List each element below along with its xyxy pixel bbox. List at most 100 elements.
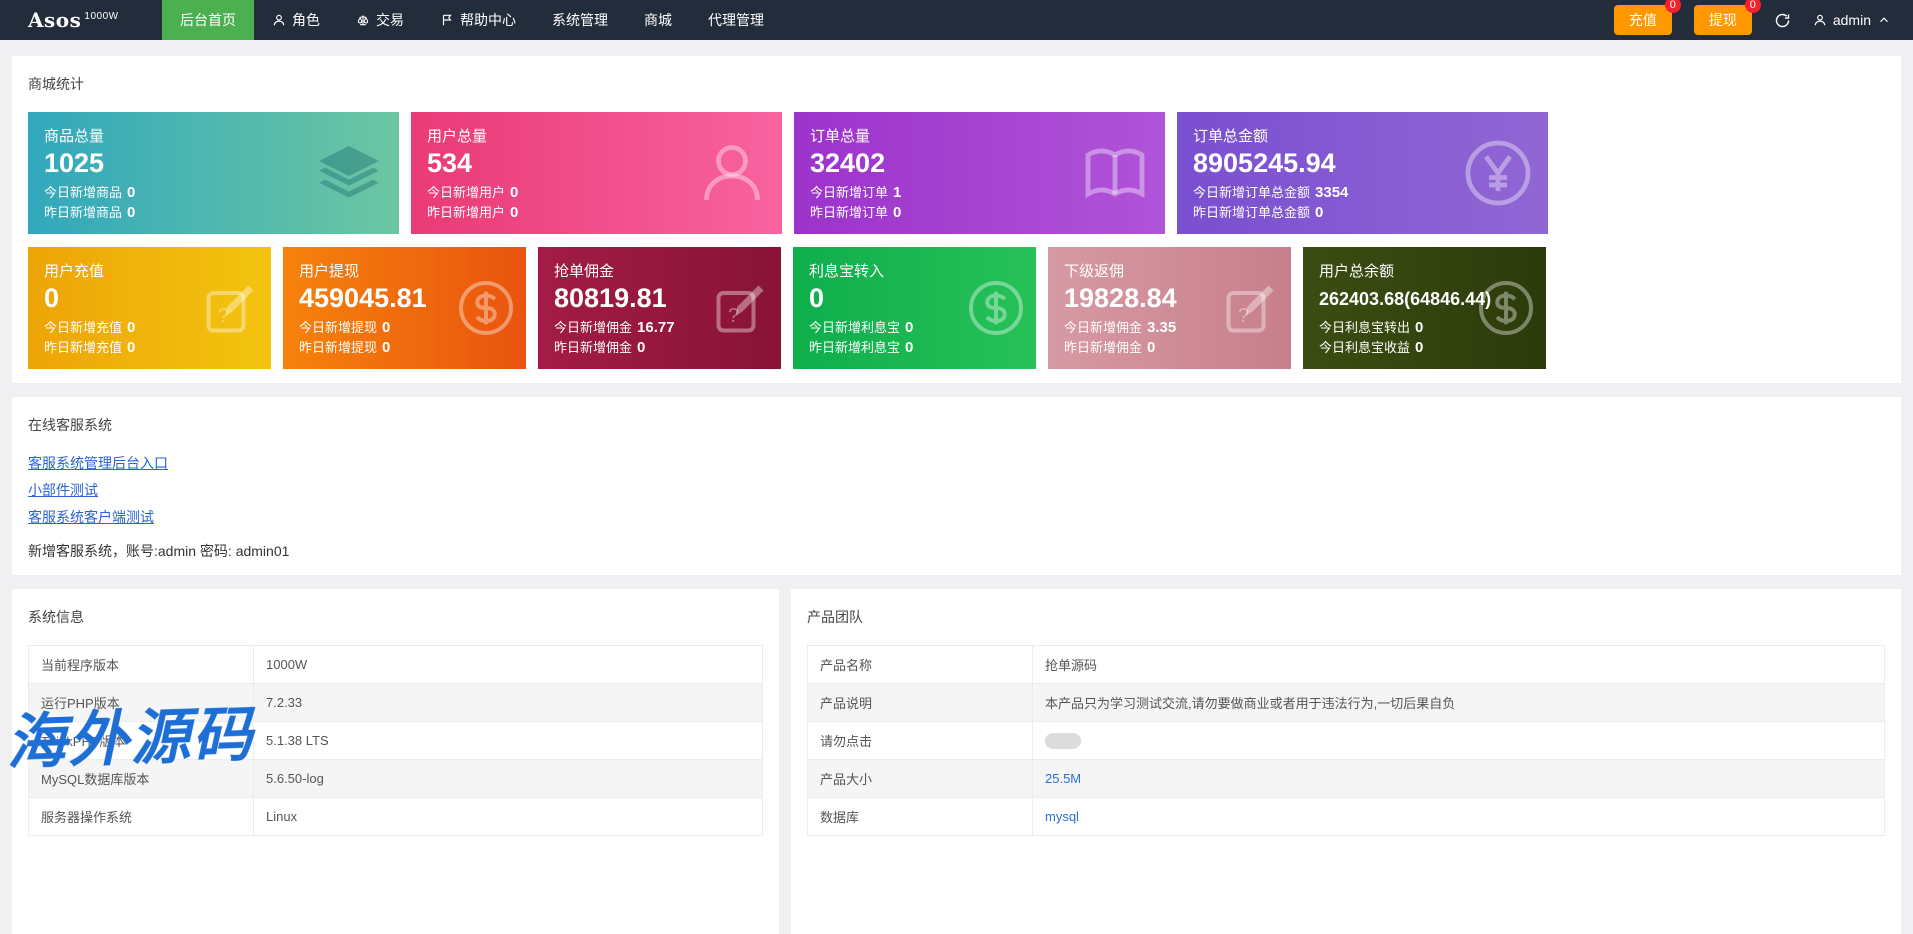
table-row: 产品名称 抢单源码 bbox=[807, 645, 1885, 684]
nav-label: 角色 bbox=[292, 12, 320, 28]
nav-item-trade[interactable]: 交易 bbox=[338, 0, 422, 40]
table-row: 数据库 mysql bbox=[807, 797, 1885, 836]
top-navbar: Asos 1000W 后台首页 角色 交易 帮助中心 系统管理 商城 代理管理 充… bbox=[0, 0, 1913, 40]
recharge-button-wrap: 充值 0 bbox=[1613, 0, 1681, 35]
user-menu[interactable]: admin bbox=[1813, 12, 1891, 28]
stat-line-yesterday: 昨日新增充值 0 bbox=[44, 339, 136, 357]
refresh-button[interactable] bbox=[1774, 12, 1791, 29]
stat-card-order-amount: 订单总金额 8905245.94 今日新增订单总金额 3354 昨日新增订单总金额… bbox=[1177, 112, 1548, 234]
navbar-right: 充值 0 提现 0 admin bbox=[1613, 0, 1913, 40]
edit-icon: ? bbox=[1221, 278, 1281, 338]
nav-label: 交易 bbox=[376, 12, 404, 28]
yen-icon bbox=[1462, 137, 1534, 209]
user-icon bbox=[1813, 13, 1827, 27]
stat-line-yesterday: 今日利息宝收益 0 bbox=[1319, 338, 1424, 356]
do-not-click-pill bbox=[1045, 732, 1081, 749]
stats-row-1: 商品总量 1025 今日新增商品 0 昨日新增商品 0 用户总量 534 今日新增用… bbox=[28, 112, 1885, 234]
stat-line-yesterday: 昨日新增佣金 0 bbox=[1064, 339, 1156, 357]
table-row: 产品大小 25.5M bbox=[807, 759, 1885, 798]
dollar-icon bbox=[966, 278, 1026, 338]
withdraw-button[interactable]: 提现 bbox=[1693, 5, 1752, 35]
system-info-panel: 系统信息 当前程序版本 1000W 运行PHP版本 7.2.33 ThinkPH… bbox=[12, 589, 779, 934]
user-icon bbox=[272, 13, 286, 27]
widget-test-link[interactable]: 小部件测试 bbox=[28, 480, 1885, 500]
stat-line-yesterday: 昨日新增佣金 0 bbox=[554, 339, 646, 357]
row-value: 7.2.33 bbox=[253, 683, 763, 722]
row-value: 抢单源码 bbox=[1032, 645, 1885, 684]
stat-card-orders-total: 订单总量 32402 今日新增订单 1 昨日新增订单 0 bbox=[794, 112, 1165, 234]
flag-icon bbox=[440, 13, 454, 27]
row-label: 服务器操作系统 bbox=[28, 797, 254, 836]
nav-label: 帮助中心 bbox=[460, 12, 516, 28]
scale-icon bbox=[356, 13, 370, 27]
row-value: 1000W bbox=[253, 645, 763, 684]
panel-title: 系统信息 bbox=[28, 609, 84, 625]
row-value: 5.6.50-log bbox=[253, 759, 763, 798]
layers-icon bbox=[313, 137, 385, 209]
service-client-test-link[interactable]: 客服系统客户端测试 bbox=[28, 507, 1885, 527]
book-icon bbox=[1079, 137, 1151, 209]
database-link[interactable]: mysql bbox=[1045, 809, 1079, 824]
stat-line-yesterday: 昨日新增提现 0 bbox=[299, 339, 391, 357]
logo-text: Asos bbox=[28, 8, 82, 32]
table-row: MySQL数据库版本 5.6.50-log bbox=[28, 759, 763, 798]
online-service-panel: 在线客服系统 客服系统管理后台入口 小部件测试 客服系统客户端测试 新增客服系统… bbox=[12, 397, 1901, 575]
stat-card-sub-rebate: 下级返佣 19828.84 今日新增佣金 3.35 昨日新增佣金 0 ? bbox=[1048, 247, 1291, 369]
panel-title: 商城统计 bbox=[28, 76, 84, 92]
nav-label: 商城 bbox=[644, 12, 672, 28]
row-value: 5.1.38 LTS bbox=[253, 721, 763, 760]
service-account-note: 新增客服系统，账号:admin 密码: admin01 bbox=[28, 543, 290, 559]
stat-card-grab-commission: 抢单佣金 80819.81 今日新增佣金 16.77 昨日新增佣金 0 ? bbox=[538, 247, 781, 369]
row-label: 产品大小 bbox=[807, 759, 1033, 798]
row-label: 请勿点击 bbox=[807, 721, 1033, 760]
edit-icon: ? bbox=[201, 278, 261, 338]
table-row: ThinkPHP版本 5.1.38 LTS bbox=[28, 721, 763, 760]
table-row: 当前程序版本 1000W bbox=[28, 645, 763, 684]
row-label: 产品名称 bbox=[807, 645, 1033, 684]
nav-label: 后台首页 bbox=[180, 12, 236, 28]
stat-card-user-balance: 用户总余额 262403.68(64846.44) 今日利息宝转出 0 今日利息宝… bbox=[1303, 247, 1546, 369]
row-label: 当前程序版本 bbox=[28, 645, 254, 684]
withdraw-badge: 0 bbox=[1744, 0, 1761, 13]
stat-card-products-total: 商品总量 1025 今日新增商品 0 昨日新增商品 0 bbox=[28, 112, 399, 234]
table-row: 产品说明 本产品只为学习测试交流,请勿要做商业或者用于违法行为,一切后果自负 bbox=[807, 683, 1885, 722]
dollar-icon bbox=[456, 278, 516, 338]
row-value bbox=[1032, 721, 1885, 760]
nav-item-dashboard[interactable]: 后台首页 bbox=[162, 0, 254, 40]
withdraw-button-wrap: 提现 0 bbox=[1693, 0, 1761, 35]
row-value: mysql bbox=[1032, 797, 1885, 836]
product-size-link[interactable]: 25.5M bbox=[1045, 771, 1081, 786]
logo-sup: 1000W bbox=[84, 10, 119, 22]
nav-label: 代理管理 bbox=[708, 12, 764, 28]
recharge-badge: 0 bbox=[1664, 0, 1681, 13]
recharge-button[interactable]: 充值 bbox=[1613, 5, 1672, 35]
stat-card-user-recharge: 用户充值 0 今日新增充值 0 昨日新增充值 0 ? bbox=[28, 247, 271, 369]
dollar-icon bbox=[1476, 278, 1536, 338]
stat-card-users-total: 用户总量 534 今日新增用户 0 昨日新增用户 0 bbox=[411, 112, 782, 234]
table-row: 运行PHP版本 7.2.33 bbox=[28, 683, 763, 722]
chevron-up-icon bbox=[1877, 13, 1891, 27]
stat-line-yesterday: 昨日新增利息宝 0 bbox=[809, 339, 914, 357]
nav-item-system-manage[interactable]: 系统管理 bbox=[534, 0, 626, 40]
username: admin bbox=[1832, 12, 1871, 28]
product-team-table: 产品名称 抢单源码 产品说明 本产品只为学习测试交流,请勿要做商业或者用于违法行… bbox=[807, 645, 1885, 836]
row-label: 运行PHP版本 bbox=[28, 683, 254, 722]
main-menu: 后台首页 角色 交易 帮助中心 系统管理 商城 代理管理 bbox=[162, 0, 782, 40]
stat-card-user-withdraw: 用户提现 459045.81 今日新增提现 0 昨日新增提现 0 bbox=[283, 247, 526, 369]
service-admin-entry-link[interactable]: 客服系统管理后台入口 bbox=[28, 453, 1885, 473]
row-value: 本产品只为学习测试交流,请勿要做商业或者用于违法行为,一切后果自负 bbox=[1032, 683, 1885, 722]
nav-item-help-center[interactable]: 帮助中心 bbox=[422, 0, 534, 40]
nav-label: 系统管理 bbox=[552, 12, 608, 28]
svg-text:?: ? bbox=[1238, 305, 1249, 327]
bottom-section: 系统信息 当前程序版本 1000W 运行PHP版本 7.2.33 ThinkPH… bbox=[12, 589, 1901, 934]
nav-item-agent-manage[interactable]: 代理管理 bbox=[690, 0, 782, 40]
nav-item-roles[interactable]: 角色 bbox=[254, 0, 338, 40]
product-team-panel: 产品团队 产品名称 抢单源码 产品说明 本产品只为学习测试交流,请勿要做商业或者… bbox=[791, 589, 1901, 934]
table-row: 服务器操作系统 Linux bbox=[28, 797, 763, 836]
row-label: 数据库 bbox=[807, 797, 1033, 836]
row-label: 产品说明 bbox=[807, 683, 1033, 722]
edit-icon: ? bbox=[711, 278, 771, 338]
mall-stats-panel: 商城统计 商品总量 1025 今日新增商品 0 昨日新增商品 0 用户总量 534 … bbox=[12, 56, 1901, 383]
table-row: 请勿点击 bbox=[807, 721, 1885, 760]
nav-item-mall[interactable]: 商城 bbox=[626, 0, 690, 40]
